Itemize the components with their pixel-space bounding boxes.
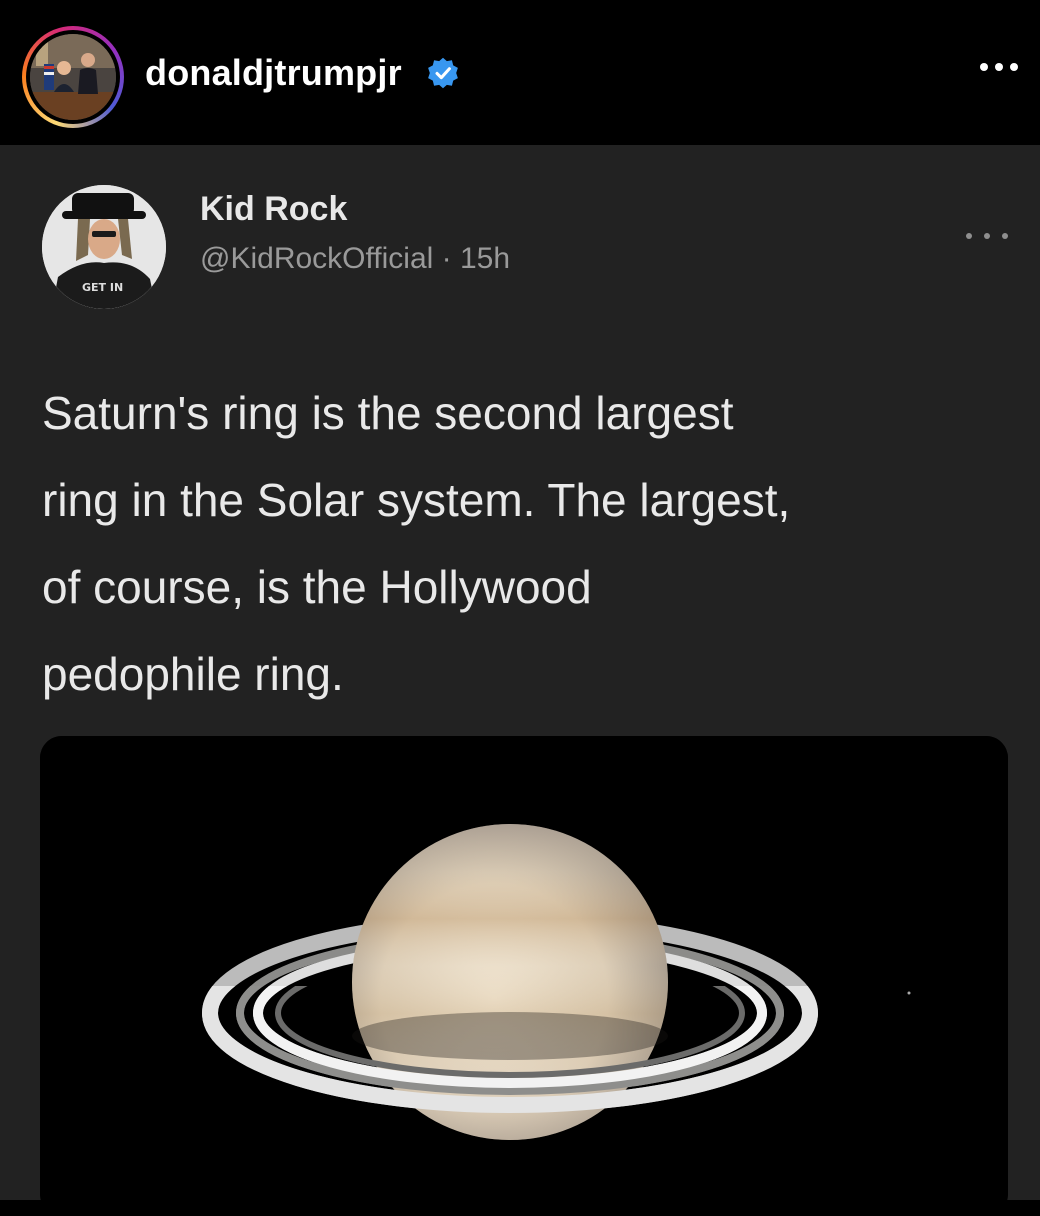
profile-avatar[interactable] [22, 26, 124, 128]
profile-photo-illustration [30, 34, 116, 120]
instagram-post-view: donaldjtrumpjr GET IN Kid Rock @KidRockO… [0, 0, 1040, 1216]
tweet-author-name[interactable]: Kid Rock [200, 190, 347, 229]
more-options-icon[interactable] [972, 46, 1026, 86]
post-header: donaldjtrumpjr [0, 0, 1040, 145]
saturn-image [40, 736, 1008, 1216]
tweet-text: Saturn's ring is the second largest ring… [42, 370, 1012, 718]
tweet-media-image[interactable] [40, 736, 1008, 1216]
username[interactable]: donaldjtrumpjr [145, 52, 402, 94]
meta-separator: · [441, 242, 460, 275]
verified-badge-icon [428, 57, 458, 89]
tweet-text-line: ring in the Solar system. The largest, [42, 474, 791, 526]
tweet-text-line: of course, is the Hollywood [42, 561, 592, 613]
shirt-logo-text: GET IN [82, 281, 123, 294]
tweet-meta: @KidRockOfficial · 15h [200, 242, 510, 276]
tweet-handle[interactable]: @KidRockOfficial [200, 242, 433, 275]
tweet-text-line: pedophile ring. [42, 648, 344, 700]
profile-photo [30, 34, 116, 120]
tweet-text-line: Saturn's ring is the second largest [42, 387, 734, 439]
author-photo-illustration: GET IN [42, 185, 166, 309]
tweet-timestamp[interactable]: 15h [460, 242, 510, 275]
tweet-more-icon[interactable] [960, 226, 1016, 246]
tweet-author-avatar[interactable]: GET IN [42, 185, 166, 309]
